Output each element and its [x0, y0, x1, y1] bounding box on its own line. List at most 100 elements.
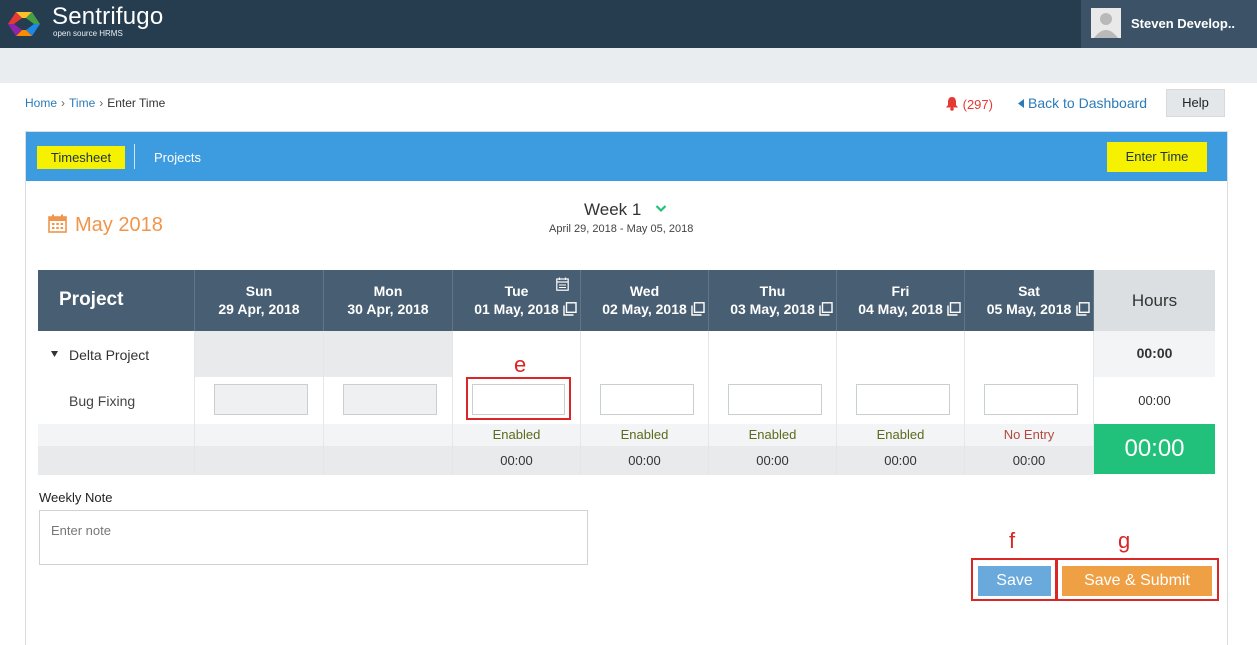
tab-projects[interactable]: Projects [154, 150, 201, 165]
user-name: Steven Develop.. [1131, 16, 1236, 31]
status-tue: Enabled [492, 427, 541, 442]
caret-down-icon[interactable] [51, 351, 58, 357]
project-cell-sat [965, 331, 1094, 377]
project-cell-fri [837, 331, 965, 377]
task-cell-wed [581, 377, 709, 424]
day-date: 04 May, 2018 [858, 301, 943, 317]
time-input-sun [214, 384, 308, 415]
weekly-note-label: Weekly Note [39, 490, 113, 505]
status-cell-tue: Enabled [453, 424, 581, 446]
copy-icon[interactable] [691, 302, 705, 316]
total-cell-tue: 00:00 [453, 446, 581, 475]
task-name-cell: Bug Fixing [38, 377, 195, 424]
day-date: 05 May, 2018 [986, 301, 1072, 317]
status-cell-mon [324, 424, 453, 446]
total-cell-sun [195, 446, 324, 475]
project-cell-sun [195, 331, 324, 377]
breadcrumb: Home › Time › Enter Time [25, 96, 165, 110]
timesheet-grid: Project Sun 29 Apr, 2018 Mon 30 Apr, 201… [38, 270, 1215, 475]
day-header-tue: Tue 01 May, 2018 [453, 270, 581, 331]
time-input-wed[interactable] [600, 384, 694, 415]
totals-label-cell [38, 446, 195, 475]
weekly-note-input[interactable] [39, 510, 588, 565]
user-avatar-icon [1094, 13, 1118, 38]
hours-column-header: Hours [1094, 270, 1215, 331]
total-cell-fri: 00:00 [837, 446, 965, 475]
task-cell-mon [324, 377, 453, 424]
status-cell-fri: Enabled [837, 424, 965, 446]
status-label-cell [38, 424, 195, 446]
back-to-dashboard-link[interactable]: Back to Dashboard [1018, 95, 1147, 111]
back-to-dashboard-label: Back to Dashboard [1028, 95, 1148, 111]
status-wed: Enabled [620, 427, 669, 442]
project-name: Delta Project [69, 347, 150, 363]
calendar-icon[interactable] [556, 277, 569, 291]
notifications-link[interactable]: (297) [945, 96, 993, 112]
day-header-thu: Thu 03 May, 2018 [709, 270, 837, 331]
time-input-fri[interactable] [856, 384, 950, 415]
annotation-label-e: e [514, 352, 527, 377]
day-date: 01 May, 2018 [474, 301, 559, 317]
task-cell-thu [709, 377, 837, 424]
task-hours-cell: 00:00 [1094, 377, 1215, 424]
day-total-tue: 00:00 [500, 453, 533, 468]
day-totals-row: 00:00 00:00 00:00 00:00 00:00 [38, 446, 1215, 475]
status-cell-sun [195, 424, 324, 446]
breadcrumb-separator: › [99, 96, 104, 110]
week-selector[interactable]: Week 1 [584, 200, 641, 220]
month-label: May 2018 [75, 214, 163, 236]
time-input-thu[interactable] [728, 384, 822, 415]
day-name: Mon [373, 283, 403, 299]
copy-icon[interactable] [947, 302, 961, 316]
copy-icon[interactable] [563, 302, 577, 316]
enter-time-button[interactable]: Enter Time [1107, 142, 1207, 172]
sentrifugo-logo-icon[interactable] [4, 4, 44, 44]
day-header-fri: Fri 04 May, 2018 [837, 270, 965, 331]
caret-left-icon [1018, 99, 1024, 108]
chevron-down-icon[interactable] [655, 204, 667, 213]
status-cell-thu: Enabled [709, 424, 837, 446]
bell-icon [946, 97, 958, 111]
breadcrumb-home[interactable]: Home [25, 96, 57, 110]
day-name: Fri [891, 283, 910, 299]
day-header-mon: Mon 30 Apr, 2018 [324, 270, 453, 331]
project-hours: 00:00 [1136, 345, 1173, 361]
app-tagline: open source HRMS [53, 29, 123, 38]
day-total-wed: 00:00 [628, 453, 661, 468]
week-date-range: April 29, 2018 - May 05, 2018 [549, 223, 694, 235]
avatar [1091, 8, 1121, 38]
status-fri: Enabled [876, 427, 925, 442]
project-row: Delta Project 00:00 [38, 331, 1215, 377]
total-cell-mon [324, 446, 453, 475]
project-cell-thu [709, 331, 837, 377]
status-cell-wed: Enabled [581, 424, 709, 446]
day-header-wed: Wed 02 May, 2018 [581, 270, 709, 331]
status-row: Enabled Enabled Enabled Enabled No Entry [38, 424, 1215, 446]
total-cell-thu: 00:00 [709, 446, 837, 475]
task-name: Bug Fixing [69, 393, 136, 409]
day-name: Sun [245, 283, 273, 299]
breadcrumb-separator: › [61, 96, 66, 110]
task-hours: 00:00 [1138, 393, 1171, 408]
annotation-box-f [971, 558, 1057, 601]
tab-timesheet[interactable]: Timesheet [37, 146, 125, 169]
grand-total-hours: 00:00 [1094, 424, 1215, 474]
day-name: Thu [759, 283, 786, 299]
day-date: 30 Apr, 2018 [347, 301, 429, 317]
task-row: Bug Fixing 00:00 [38, 377, 1215, 424]
day-date: 02 May, 2018 [602, 301, 687, 317]
time-input-mon [343, 384, 437, 415]
project-name-cell[interactable]: Delta Project [38, 331, 195, 377]
breadcrumb-time[interactable]: Time [69, 96, 95, 110]
annotation-box-e [466, 377, 571, 420]
user-menu[interactable]: Steven Develop.. [1081, 0, 1257, 48]
copy-icon[interactable] [1076, 302, 1090, 316]
day-name: Wed [629, 283, 660, 299]
day-total-fri: 00:00 [884, 453, 917, 468]
task-cell-fri [837, 377, 965, 424]
day-name: Sat [1018, 283, 1040, 299]
time-input-sat[interactable] [984, 384, 1078, 415]
help-button[interactable]: Help [1166, 89, 1225, 117]
copy-icon[interactable] [819, 302, 833, 316]
top-navbar: Sentrifugo open source HRMS Steven Devel… [0, 0, 1257, 48]
